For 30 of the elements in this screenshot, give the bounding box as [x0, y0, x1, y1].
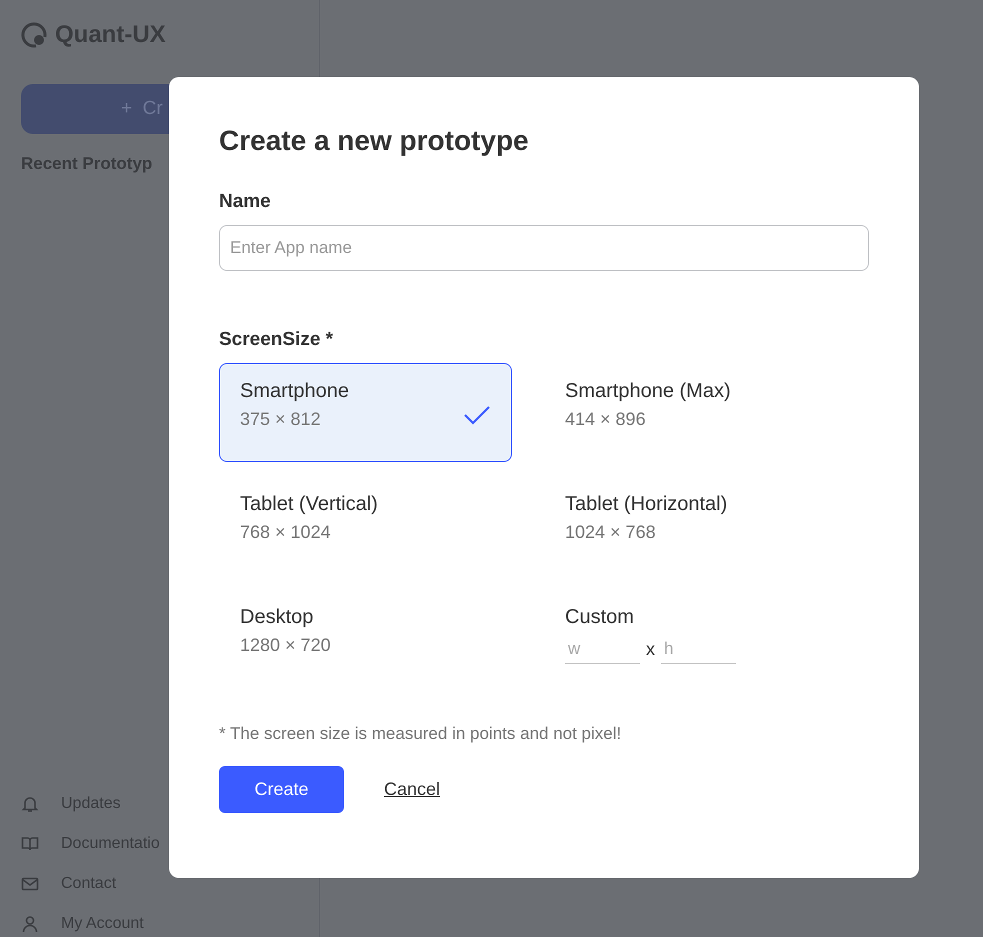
- mail-icon: [21, 875, 39, 893]
- screen-size-option[interactable]: Desktop 1280 × 720: [219, 589, 512, 688]
- user-icon: [21, 915, 39, 933]
- cancel-link[interactable]: Cancel: [384, 779, 440, 800]
- option-dimensions: 414 × 896: [565, 409, 647, 430]
- field-label: ScreenSize *: [219, 329, 334, 351]
- option-name: Desktop: [240, 606, 314, 629]
- logo-icon: [21, 22, 47, 48]
- option-name: Custom: [565, 606, 635, 629]
- bell-icon: [21, 795, 39, 813]
- option-dimensions: 768 × 1024: [240, 522, 332, 543]
- option-dimensions: 1280 × 720: [240, 635, 331, 656]
- footnote-text: * The screen size is measured in points and not pixel!: [219, 724, 622, 744]
- option-dimensions: 375 × 812: [240, 409, 322, 430]
- screen-size-option[interactable]: Tablet (Vertical) 768 × 1024: [219, 476, 512, 575]
- screen-size-option[interactable]: Smartphone (Max) 414 × 896: [544, 363, 837, 462]
- create-button[interactable]: Create: [219, 766, 344, 813]
- separator-text: x: [646, 639, 655, 660]
- screen-size-option[interactable]: Custom w x h: [544, 589, 837, 688]
- field-label: Name: [219, 191, 272, 213]
- screen-size-option[interactable]: Tablet (Horizontal) 1024 × 768: [544, 476, 837, 575]
- option-name: Smartphone (Max): [565, 380, 731, 403]
- option-name: Tablet (Horizontal): [565, 493, 728, 516]
- option-name: Tablet (Vertical): [240, 493, 378, 516]
- option-dimensions: 1024 × 768: [565, 522, 657, 543]
- option-name: Smartphone: [240, 380, 349, 403]
- book-icon: [21, 835, 39, 853]
- name-input-field[interactable]: Enter App name: [219, 225, 869, 271]
- check-icon: [463, 404, 491, 426]
- screen-size-option[interactable]: Smartphone 375 × 812: [219, 363, 512, 462]
